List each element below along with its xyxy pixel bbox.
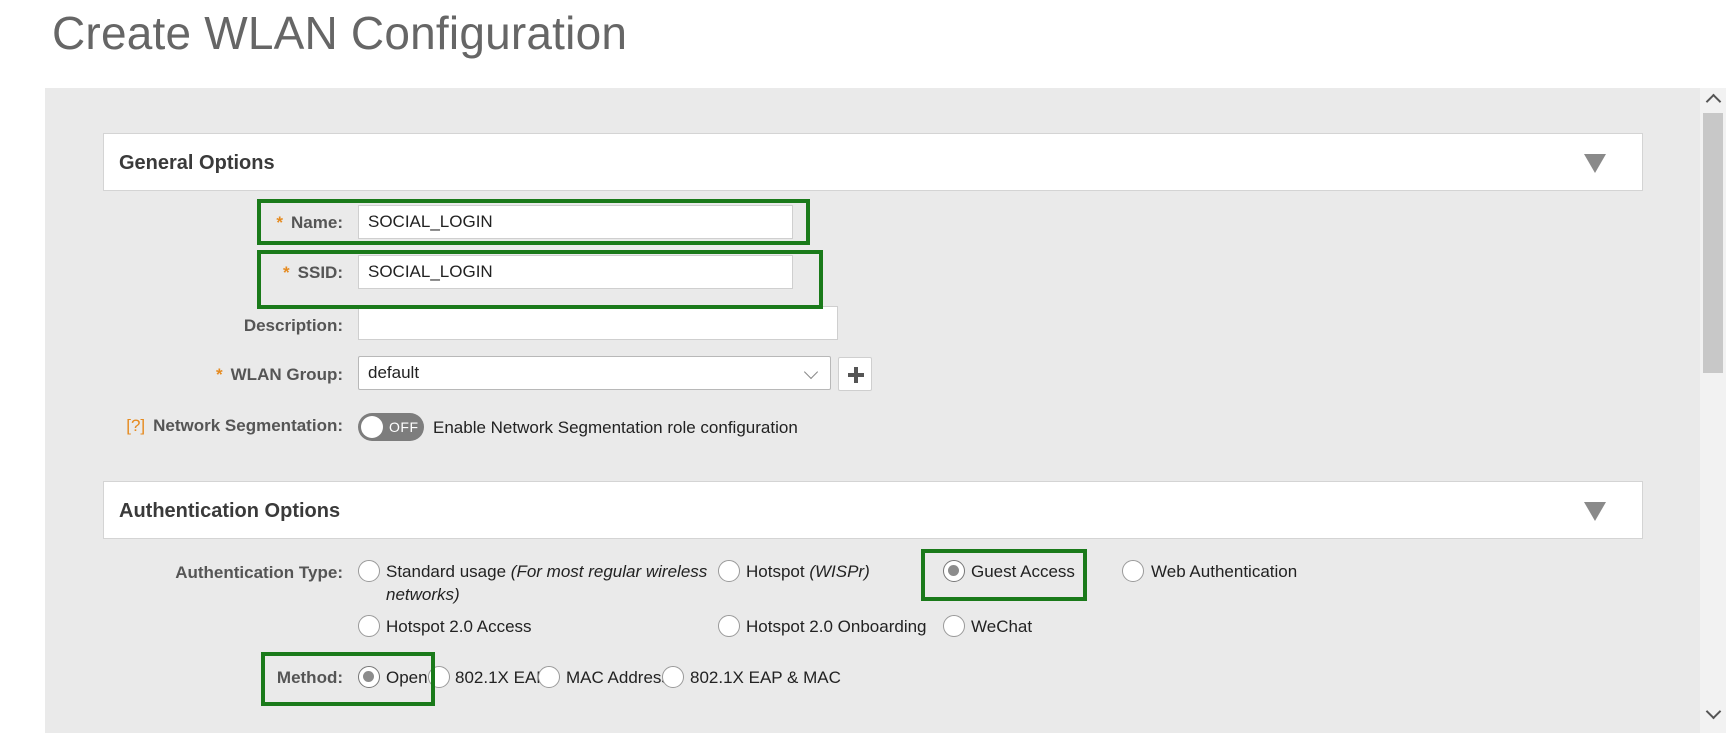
radio-method-mac[interactable] bbox=[538, 666, 560, 688]
radio-hotspot-wispr-label: Hotspot (WISPr) bbox=[746, 562, 870, 581]
toggle-knob bbox=[361, 416, 383, 438]
chevron-down-icon bbox=[803, 364, 819, 380]
radio-standard-usage[interactable] bbox=[358, 560, 380, 582]
help-link[interactable]: [?] bbox=[126, 416, 145, 435]
radio-guest-access-label: Guest Access bbox=[971, 562, 1075, 581]
network-segmentation-toggle[interactable]: OFF bbox=[358, 413, 424, 441]
radio-method-8021x-mac[interactable] bbox=[662, 666, 684, 688]
radio-hotspot20-access-label: Hotspot 2.0 Access bbox=[386, 617, 532, 636]
radio-standard-usage-label-cont: networks) bbox=[386, 585, 460, 604]
name-label: * Name: bbox=[276, 213, 343, 232]
radio-method-8021x-mac-label: 802.1X EAP & MAC bbox=[690, 668, 841, 687]
collapse-triangle-icon[interactable] bbox=[1584, 502, 1606, 521]
radio-guest-access[interactable] bbox=[943, 560, 965, 582]
scroll-down-icon[interactable] bbox=[1705, 703, 1722, 720]
ssid-label: * SSID: bbox=[283, 263, 343, 282]
radio-wechat[interactable] bbox=[943, 615, 965, 637]
radio-standard-usage-label: Standard usage (For most regular wireles… bbox=[386, 562, 708, 581]
add-wlan-group-button[interactable] bbox=[838, 357, 872, 391]
radio-method-mac-label: MAC Address bbox=[566, 668, 670, 687]
scroll-thumb[interactable] bbox=[1703, 113, 1723, 373]
radio-hotspot20-access[interactable] bbox=[358, 615, 380, 637]
description-label: Description: bbox=[243, 316, 343, 335]
collapse-triangle-icon[interactable] bbox=[1584, 154, 1606, 173]
scroll-up-icon[interactable] bbox=[1705, 93, 1722, 110]
wlan-group-select[interactable]: default bbox=[358, 356, 831, 390]
name-input[interactable]: SOCIAL_LOGIN bbox=[358, 205, 793, 239]
description-input[interactable] bbox=[358, 306, 838, 340]
network-segmentation-label: [?] Network Segmentation: bbox=[126, 416, 343, 435]
authentication-options-title: Authentication Options bbox=[119, 500, 341, 522]
radio-method-open-label: Open bbox=[386, 668, 428, 687]
method-label: Method: bbox=[276, 668, 343, 687]
authentication-options-header[interactable]: Authentication Options bbox=[103, 481, 1643, 539]
radio-web-authentication-label: Web Authentication bbox=[1151, 562, 1298, 581]
radio-method-8021x[interactable] bbox=[428, 666, 450, 688]
radio-hotspot-wispr[interactable] bbox=[718, 560, 740, 582]
radio-hotspot20-onboarding[interactable] bbox=[718, 615, 740, 637]
toggle-state: OFF bbox=[389, 419, 419, 435]
radio-method-8021x-label: 802.1X EAP bbox=[455, 668, 548, 687]
radio-hotspot20-onboarding-label: Hotspot 2.0 Onboarding bbox=[746, 617, 927, 636]
radio-web-authentication[interactable] bbox=[1122, 560, 1144, 582]
wlan-group-value: default bbox=[368, 363, 420, 382]
wlan-group-label: * WLAN Group: bbox=[216, 365, 343, 384]
radio-wechat-label: WeChat bbox=[971, 617, 1033, 636]
plus-icon bbox=[839, 358, 871, 390]
network-segmentation-description: Enable Network Segmentation role configu… bbox=[433, 418, 798, 437]
general-options-header[interactable]: General Options bbox=[103, 133, 1643, 191]
general-options-title: General Options bbox=[119, 152, 275, 174]
authentication-type-label: Authentication Type: bbox=[175, 563, 343, 582]
radio-method-open[interactable] bbox=[358, 666, 380, 688]
ssid-input[interactable]: SOCIAL_LOGIN bbox=[358, 255, 793, 289]
vertical-scrollbar[interactable] bbox=[1700, 88, 1726, 733]
page-title: Create WLAN Configuration bbox=[52, 7, 628, 59]
